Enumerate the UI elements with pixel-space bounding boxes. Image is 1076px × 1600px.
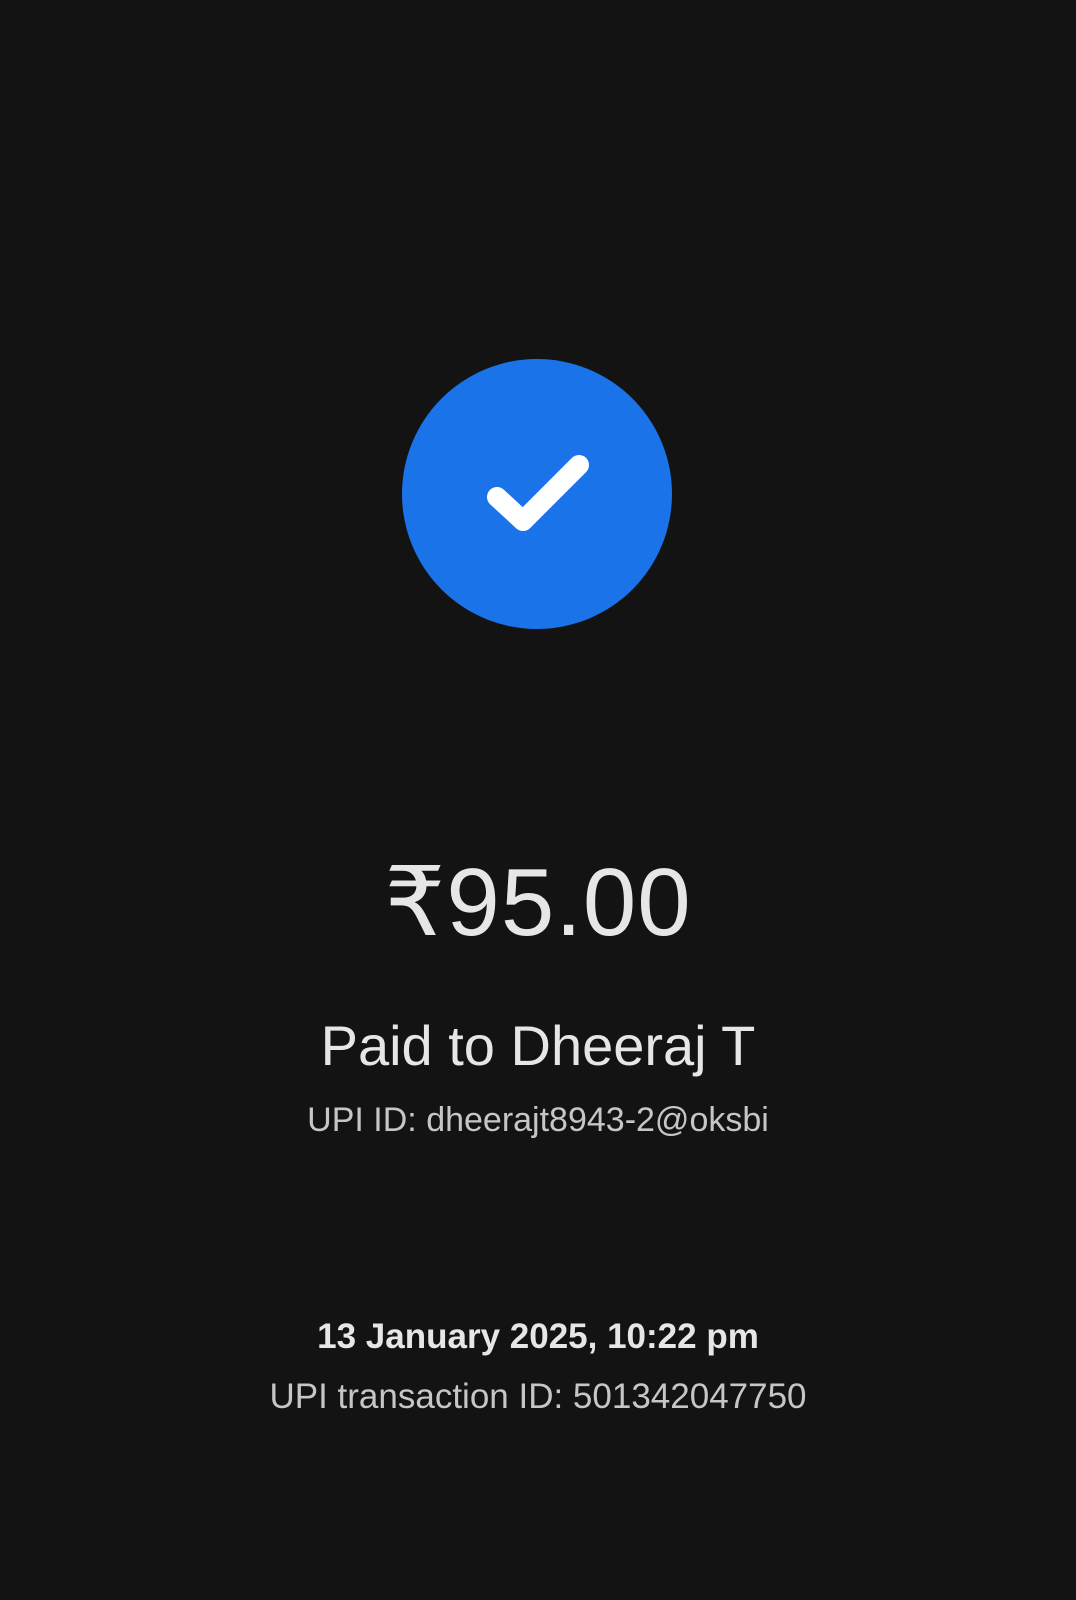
payee-name: Paid to Dheeraj T [320,1014,756,1077]
check-icon [487,455,589,531]
payee-upi-id: UPI ID: dheerajt8943-2@oksbi [307,1101,769,1139]
payment-success-screen: ₹95.00 Paid to Dheeraj T UPI ID: dheeraj… [0,0,1076,1600]
transaction-id: UPI transaction ID: 501342047750 [269,1377,807,1416]
transaction-datetime: 13 January 2025, 10:22 pm [317,1317,759,1356]
success-badge [402,359,672,629]
payment-amount: ₹95.00 [384,849,692,956]
